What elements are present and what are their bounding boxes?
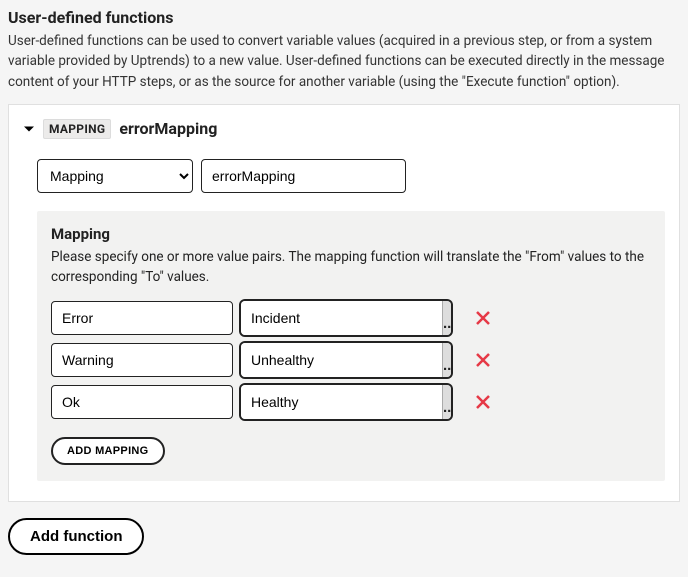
mapping-section-title: Mapping [51,225,651,243]
function-config-row: Mapping [37,159,665,193]
chevron-down-icon[interactable] [23,123,35,135]
mapping-from-input[interactable] [51,385,233,419]
function-card-header: MAPPING errorMapping [23,119,665,139]
add-mapping-button[interactable]: ADD MAPPING [51,437,165,465]
mapping-to-group: ... [241,385,451,419]
function-name-input[interactable] [201,159,406,193]
variable-picker-button[interactable]: ... [442,385,451,419]
mapping-section: Mapping Please specify one or more value… [37,211,665,482]
delete-mapping-button[interactable] [471,390,495,414]
mapping-pair-row: ... [51,385,651,419]
delete-mapping-button[interactable] [471,348,495,372]
close-icon [475,352,491,368]
mapping-pair-row: ... [51,343,651,377]
function-name-display: errorMapping [119,119,217,138]
function-type-select[interactable]: Mapping [37,159,193,193]
mapping-pair-row: ... [51,301,651,335]
mapping-to-input[interactable] [241,343,442,377]
mapping-to-input[interactable] [241,385,442,419]
mapping-from-input[interactable] [51,343,233,377]
mapping-to-group: ... [241,301,451,335]
function-card: MAPPING errorMapping Mapping Mapping Ple… [8,104,680,503]
mapping-section-description: Please specify one or more value pairs. … [51,247,651,288]
function-type-badge: MAPPING [43,119,111,139]
delete-mapping-button[interactable] [471,306,495,330]
variable-picker-button[interactable]: ... [442,301,451,335]
add-function-button[interactable]: Add function [8,518,144,555]
mapping-to-input[interactable] [241,301,442,335]
variable-picker-button[interactable]: ... [442,343,451,377]
page-description: User-defined functions can be used to co… [8,31,680,92]
close-icon [475,394,491,410]
mapping-to-group: ... [241,343,451,377]
page-title: User-defined functions [8,8,680,27]
close-icon [475,310,491,326]
mapping-from-input[interactable] [51,301,233,335]
